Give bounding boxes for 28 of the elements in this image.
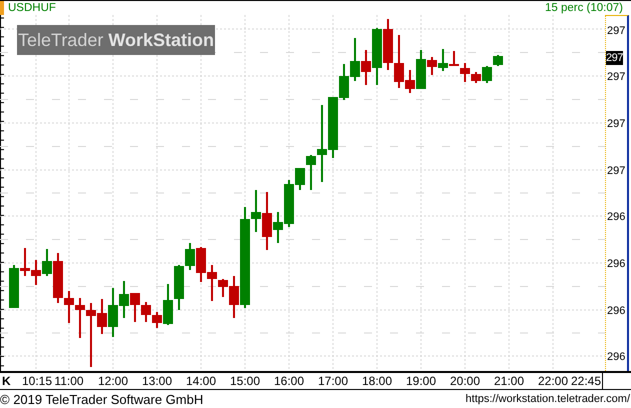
candlestick [119,281,129,318]
time-label: 11:00 [53,374,85,388]
candlestick [383,19,393,70]
time-label: 12:00 [96,374,130,388]
website-link[interactable]: https://workstation.teletrader.com/ [466,393,630,405]
time-label: 16:00 [272,374,306,388]
candlestick [31,260,41,285]
time-label: 22:45 [570,374,602,388]
symbol-label: USDHUF [8,2,56,14]
copyright-text: © 2019 TeleTrader Software GmbH [0,392,204,406]
time-label: 10:15 [20,374,54,388]
period-label: 15 perc (10:07) [545,2,623,14]
logo: TeleTrader WorkStation [17,25,215,55]
time-label: 19:00 [404,374,438,388]
time-label: 22:00 [536,374,570,388]
time-label: 20:00 [448,374,482,388]
candlestick [350,38,360,81]
candlestick [196,247,206,282]
candlestick [108,288,118,337]
current-price-label: 297 [606,51,623,65]
time-label: 21:00 [492,374,526,388]
axis-corner-label: K [2,374,11,388]
time-label: 13:00 [140,374,174,388]
time-label: 14:00 [184,374,218,388]
time-label: 18:00 [360,374,394,388]
time-label: 15:00 [228,374,262,388]
time-label: 17:00 [316,374,350,388]
series-marker [0,1,4,15]
